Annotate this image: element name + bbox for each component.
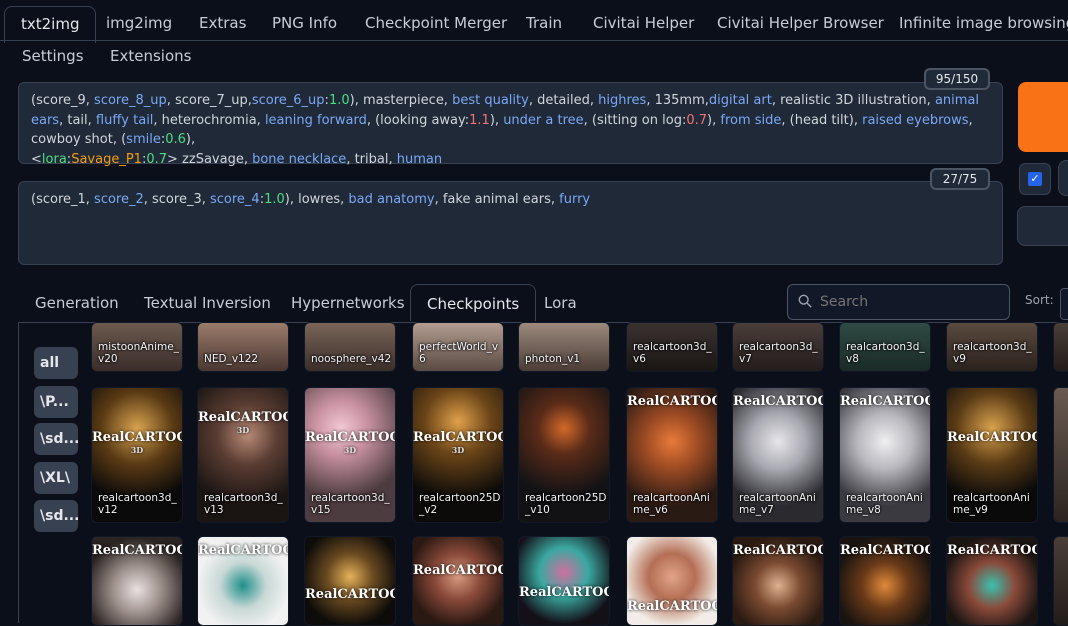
model-name: mistoonAnime_v20 [98, 341, 179, 365]
filter-all[interactable]: all [34, 347, 78, 379]
model-name: realcartoon3d_v9 [953, 341, 1032, 365]
brand-logo: RealCARTOON3D [413, 430, 503, 455]
model-name: realcartoon25D_v10 [525, 492, 607, 516]
brand-logo: RealCARTOON [840, 543, 930, 558]
tab-infinite-image-browsing[interactable]: Infinite image browsing [883, 6, 1068, 40]
model-card[interactable]: realcartoon3d_v9 [946, 322, 1038, 372]
model-card[interactable]: RealCARTOON realcartoonAnime_v7 [732, 387, 824, 523]
model-card[interactable]: NED_v122 [197, 322, 289, 372]
tab-png-info[interactable]: PNG Info [256, 6, 353, 40]
model-name: noosphere_v42 [311, 353, 392, 365]
tab-settings[interactable]: Settings [22, 44, 84, 68]
tab-train[interactable]: Train [510, 6, 578, 40]
model-name: realcartoonAnime_v8 [846, 492, 923, 516]
model-name: realcartoon3d_v12 [98, 492, 177, 516]
model-card[interactable]: perfectWorld_v6 [412, 322, 504, 372]
filter-xl[interactable]: \XL\ [34, 462, 78, 494]
model-card[interactable]: realcartoon3d_v7 [732, 322, 824, 372]
model-card[interactable]: RealCARTOON3D realcartoon3d_v15 [304, 387, 396, 523]
filter-sd-1[interactable]: \sd... [34, 423, 78, 455]
model-card[interactable]: realcartoon3d_v8 [839, 322, 931, 372]
model-card[interactable]: realcartoon25D_v10 [518, 387, 610, 523]
tab-textual-inversion[interactable]: Textual Inversion [128, 284, 287, 320]
positive-prompt[interactable]: (score_9, score_8_up, score_7_up,score_6… [18, 82, 1003, 167]
brand-logo: RealCARTOON [733, 394, 823, 409]
negative-token-counter: 27/75 [930, 168, 990, 190]
search-box[interactable] [787, 284, 1010, 320]
model-card[interactable] [1053, 387, 1068, 523]
model-name: realcartoonAnime_v9 [953, 492, 1030, 516]
tab-civitai-helper[interactable]: Civitai Helper [577, 6, 710, 40]
brand-logo: RealCARTOON [947, 430, 1037, 445]
tab-checkpoints[interactable]: Checkpoints [410, 284, 537, 321]
brand-logo: RealCARTOON [92, 543, 182, 558]
tab-lora[interactable]: Lora [528, 284, 593, 320]
brand-logo: RealCARTOON [840, 394, 930, 409]
brand-logo: RealCARTOON [947, 543, 1037, 558]
brand-logo: RealCARTOON [413, 563, 503, 578]
model-card[interactable]: photon_v1 [518, 322, 610, 372]
model-card[interactable]: RealCARTOON realcartoonAnime_v6 [626, 387, 718, 523]
style-checkbox[interactable]: ✓ [1019, 163, 1051, 195]
tab-txt2img[interactable]: txt2img [4, 6, 97, 43]
model-name: perfectWorld_v6 [419, 341, 499, 365]
brand-logo: RealCARTOON [198, 543, 288, 558]
model-card[interactable]: RealCARTOON realcartoonAnime_v9 [946, 387, 1038, 523]
filter-p[interactable]: \P... [34, 386, 78, 418]
model-card[interactable]: RealCARTOON3D realcartoon3d_v12 [91, 387, 183, 523]
tool-button[interactable] [1058, 160, 1068, 196]
tab-checkpoint-merger[interactable]: Checkpoint Merger [349, 6, 523, 40]
model-card[interactable]: realcartoon3d_v6 [626, 322, 718, 372]
model-card[interactable]: RealCARTOON realcartoonAnime_v8 [839, 387, 931, 523]
main-tab-bar: txt2img img2img Extras PNG Info Checkpoi… [0, 6, 1068, 43]
tab-extensions[interactable]: Extensions [110, 44, 191, 68]
brand-logo: RealCARTOON [627, 599, 717, 614]
model-card[interactable]: mistoonAnime_v20 [91, 322, 183, 372]
model-name: NED_v122 [204, 353, 259, 365]
model-name: realcartoon3d_v13 [204, 492, 283, 516]
positive-token-counter: 95/150 [924, 68, 990, 90]
check-icon: ✓ [1028, 172, 1042, 186]
model-name: photon_v1 [525, 353, 581, 365]
brand-logo: RealCARTOON3D [198, 410, 288, 435]
generate-button[interactable] [1018, 82, 1068, 152]
search-icon [798, 294, 812, 308]
model-name: realcartoon3d_v15 [311, 492, 390, 516]
model-name: realcartoon25D_v2 [419, 492, 501, 516]
model-name: realcartoonAnime_v6 [633, 492, 710, 516]
tab-img2img[interactable]: img2img [90, 6, 188, 40]
brand-logo: RealCARTOON [733, 543, 823, 558]
sort-label: Sort: [1025, 293, 1054, 307]
model-name: realcartoonAnime_v7 [739, 492, 816, 516]
model-card[interactable]: noosphere_v42 [304, 322, 396, 372]
tab-extras[interactable]: Extras [183, 6, 262, 40]
search-input[interactable] [820, 285, 1000, 319]
brand-logo: RealCARTOON [519, 585, 609, 600]
model-card[interactable] [1053, 322, 1068, 372]
brand-logo: RealCARTOON3D [305, 430, 395, 455]
negative-prompt[interactable]: (score_1, score_2, score_3, score_4:1.0)… [18, 181, 1003, 265]
sort-select[interactable] [1060, 288, 1068, 320]
brand-logo: RealCARTOON [305, 587, 395, 602]
model-card[interactable]: RealCARTOON3D realcartoon25D_v2 [412, 387, 504, 523]
tab-hypernetworks[interactable]: Hypernetworks [275, 284, 421, 320]
styles-dropdown[interactable] [1017, 206, 1068, 246]
model-card[interactable]: RealCARTOON3D realcartoon3d_v13 [197, 387, 289, 523]
tab-generation[interactable]: Generation [19, 284, 135, 320]
model-name: realcartoon3d_v6 [633, 341, 712, 365]
brand-logo: RealCARTOON3D [92, 430, 182, 455]
model-name: realcartoon3d_v8 [846, 341, 925, 365]
filter-sd-2[interactable]: \sd... [34, 500, 78, 532]
model-name: realcartoon3d_v7 [739, 341, 818, 365]
brand-logo: RealCARTOON [627, 394, 717, 409]
tab-civitai-helper-browser[interactable]: Civitai Helper Browser [701, 6, 900, 40]
tab-divider [0, 40, 1068, 41]
